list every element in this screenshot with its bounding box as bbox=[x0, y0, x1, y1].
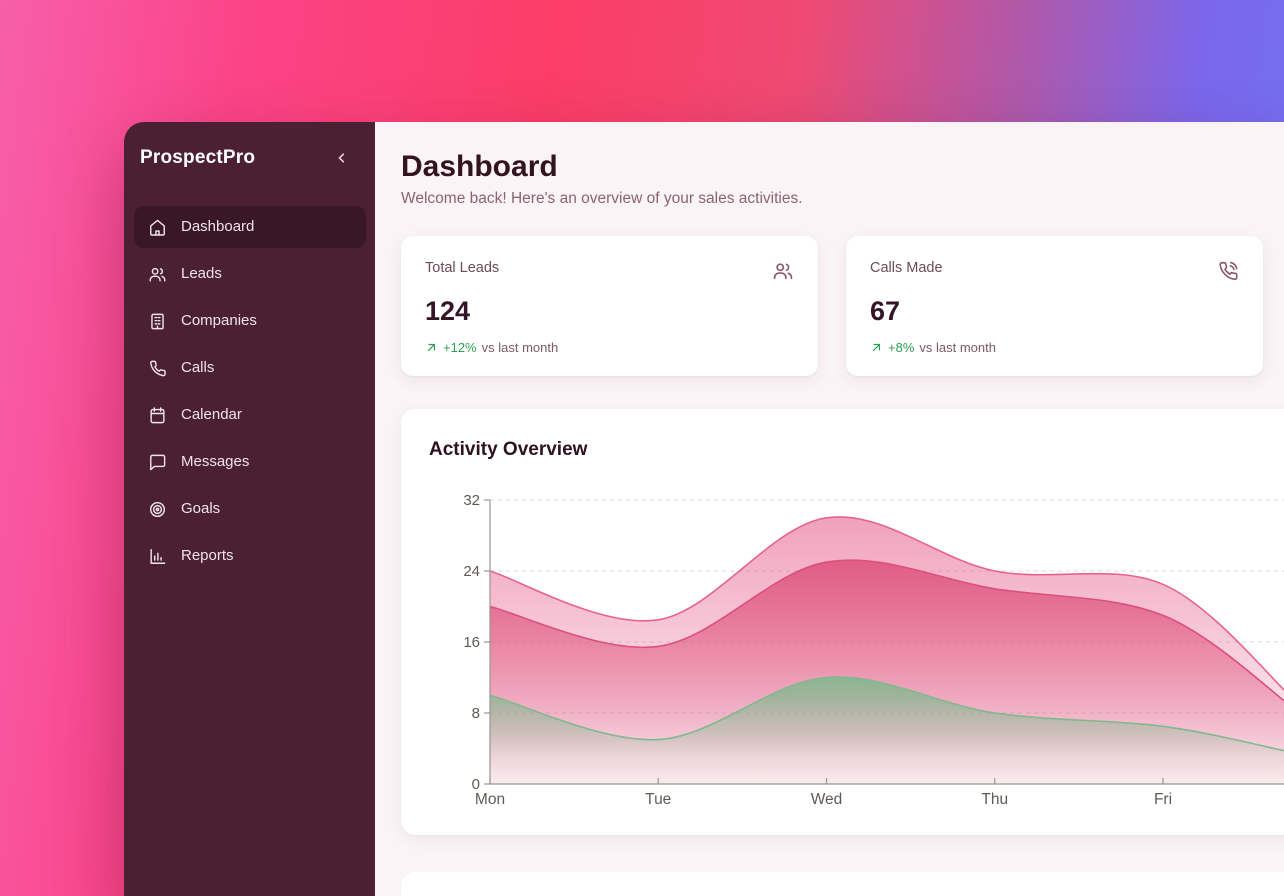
bar-chart-icon bbox=[148, 547, 167, 566]
y-axis-tick-label: 24 bbox=[463, 563, 480, 580]
sidebar-item-leads[interactable]: Leads bbox=[134, 253, 366, 295]
stat-card-calls-made: Calls Made 67 +8% vs last month bbox=[846, 236, 1263, 376]
page-subtitle: Welcome back! Here's an overview of your… bbox=[401, 190, 1284, 208]
sidebar-item-label: Companies bbox=[181, 311, 257, 331]
y-axis-tick-label: 32 bbox=[463, 492, 480, 509]
stat-trend-delta: +12% bbox=[443, 340, 477, 355]
stat-trend-note: vs last month bbox=[482, 340, 559, 355]
stat-trend: +12% vs last month bbox=[425, 340, 794, 355]
phone-icon bbox=[148, 359, 167, 378]
sidebar-item-reports[interactable]: Reports bbox=[134, 535, 366, 577]
stat-card-total-leads: Total Leads 124 +12% vs last month bbox=[401, 236, 818, 376]
home-icon bbox=[148, 218, 167, 237]
x-axis-tick-label: Fri bbox=[1154, 791, 1172, 808]
phone-call-icon bbox=[1217, 260, 1239, 282]
sidebar-item-label: Goals bbox=[181, 499, 220, 519]
next-section-card bbox=[401, 872, 1284, 896]
sidebar-item-calendar[interactable]: Calendar bbox=[134, 394, 366, 436]
sidebar-item-companies[interactable]: Companies bbox=[134, 300, 366, 342]
stat-label: Calls Made bbox=[870, 260, 943, 276]
calendar-icon bbox=[148, 406, 167, 425]
y-axis-tick-label: 16 bbox=[463, 634, 480, 651]
stats-row: Total Leads124+12%vs last monthCalls Mad… bbox=[401, 236, 1284, 376]
x-axis-tick-label: Tue bbox=[645, 791, 671, 808]
chevron-left-icon bbox=[335, 151, 349, 165]
building-icon bbox=[148, 312, 167, 331]
app-window: ProspectPro Dashboard Leads Companies Calls… bbox=[124, 122, 1284, 896]
sidebar-item-label: Dashboard bbox=[181, 217, 254, 237]
page-title: Dashboard bbox=[401, 150, 1284, 184]
users-icon bbox=[148, 265, 167, 284]
sidebar-item-goals[interactable]: Goals bbox=[134, 488, 366, 530]
target-icon bbox=[148, 500, 167, 519]
main-content: Dashboard Welcome back! Here's an overvi… bbox=[375, 122, 1284, 896]
message-icon bbox=[148, 453, 167, 472]
stat-label: Total Leads bbox=[425, 260, 499, 276]
arrow-up-right-icon bbox=[870, 341, 883, 354]
y-axis-tick-label: 8 bbox=[472, 705, 480, 722]
sidebar-item-dashboard[interactable]: Dashboard bbox=[134, 206, 366, 248]
activity-overview-card: Activity Overview 08162432MonTueWedThuFr… bbox=[401, 409, 1284, 835]
sidebar-item-calls[interactable]: Calls bbox=[134, 347, 366, 389]
sidebar-collapse-button[interactable] bbox=[332, 148, 352, 168]
activity-area-chart: 08162432MonTueWedThuFri bbox=[401, 409, 1284, 835]
sidebar-item-label: Calendar bbox=[181, 405, 242, 425]
sidebar: ProspectPro Dashboard Leads Companies Calls… bbox=[124, 122, 375, 896]
x-axis-tick-label: Thu bbox=[981, 791, 1008, 808]
sidebar-item-label: Messages bbox=[181, 452, 249, 472]
sidebar-nav: Dashboard Leads Companies Calls Calendar Mess… bbox=[134, 206, 366, 577]
stat-value: 67 bbox=[870, 296, 1239, 327]
arrow-up-right-icon bbox=[425, 341, 438, 354]
stat-value: 124 bbox=[425, 296, 794, 327]
x-axis-tick-label: Wed bbox=[811, 791, 843, 808]
stat-trend-delta: +8% bbox=[888, 340, 914, 355]
stat-trend-note: vs last month bbox=[919, 340, 996, 355]
app-brand: ProspectPro bbox=[140, 147, 255, 169]
stat-trend: +8% vs last month bbox=[870, 340, 1239, 355]
sidebar-item-messages[interactable]: Messages bbox=[134, 441, 366, 483]
users-icon bbox=[772, 260, 794, 282]
sidebar-item-label: Reports bbox=[181, 546, 234, 566]
x-axis-tick-label: Mon bbox=[475, 791, 505, 808]
sidebar-item-label: Calls bbox=[181, 358, 214, 378]
sidebar-header: ProspectPro bbox=[134, 146, 366, 170]
sidebar-item-label: Leads bbox=[181, 264, 222, 284]
